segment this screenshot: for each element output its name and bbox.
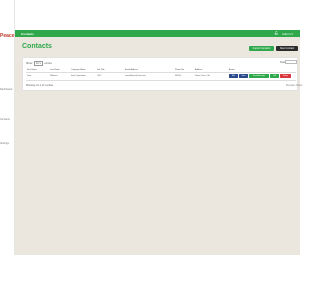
- entries-suffix: entries: [44, 62, 52, 65]
- app: Peace✓ Dashboard Contacts Settings Conta…: [0, 0, 302, 300]
- send-message-button[interactable]: Send Message: [249, 73, 269, 78]
- view-button[interactable]: View: [239, 73, 248, 78]
- cell-company: Intel Corporation: [71, 75, 86, 77]
- brand-text: Peace: [0, 33, 15, 39]
- column-header-job-title[interactable]: Job Title: [97, 69, 104, 71]
- user-menu[interactable]: Admin ▾: [282, 32, 293, 36]
- sidebar-item-dashboard[interactable]: Dashboard: [0, 88, 12, 91]
- column-header-address[interactable]: Address: [195, 69, 202, 71]
- entries-prefix: Show: [26, 62, 33, 65]
- cell-email: samwilliams@intel.com: [125, 75, 146, 77]
- header-divider: [26, 72, 296, 73]
- page-title: Contacts: [22, 43, 52, 50]
- top-bar: Contacts 🔔︎ Admin ▾: [15, 30, 300, 37]
- edit-button[interactable]: Edit: [229, 73, 238, 78]
- bell-icon[interactable]: 🔔︎: [274, 31, 278, 35]
- column-header-company[interactable]: Company Name: [71, 69, 85, 71]
- contacts-table-card: Show 10 ▾ entries Search: First Name Las…: [22, 57, 302, 91]
- delete-button[interactable]: Delete: [280, 73, 291, 78]
- search-input[interactable]: [285, 60, 297, 64]
- entries-select[interactable]: 10 ▾: [33, 61, 43, 66]
- column-header-phone[interactable]: Phone No: [175, 69, 184, 71]
- pagination[interactable]: Previous 1 Next: [286, 85, 302, 87]
- import-contacts-button[interactable]: Import Contacts: [249, 46, 274, 51]
- new-contact-button[interactable]: New Contact: [276, 46, 298, 51]
- column-header-first-name[interactable]: First Name: [27, 69, 37, 71]
- table-info: Showing 1 to 1 of 1 entries: [26, 85, 54, 87]
- cell-phone: 98345...: [175, 75, 183, 77]
- cell-address: Santa Clara, CA: [195, 75, 210, 77]
- main-content: Contacts 🔔︎ Admin ▾ Contacts Import Cont…: [15, 30, 302, 255]
- topbar-title: Contacts: [21, 31, 34, 36]
- cell-last-name: Williams: [50, 75, 58, 77]
- sidebar-item-settings[interactable]: Settings: [0, 142, 9, 145]
- cell-job-title: CEO: [97, 75, 102, 77]
- sidebar: Peace✓ Dashboard Contacts Settings: [0, 0, 20, 255]
- call-button[interactable]: Call: [270, 73, 279, 78]
- row-divider: [26, 80, 296, 81]
- sidebar-item-contacts[interactable]: Contacts: [0, 118, 10, 121]
- entries-length-control: Show 10 ▾ entries: [26, 61, 52, 66]
- column-header-last-name[interactable]: Last Name: [50, 69, 60, 71]
- column-header-action: Action: [229, 69, 235, 71]
- column-header-email[interactable]: Email Address: [125, 69, 138, 71]
- cell-first-name: Sam: [27, 75, 32, 77]
